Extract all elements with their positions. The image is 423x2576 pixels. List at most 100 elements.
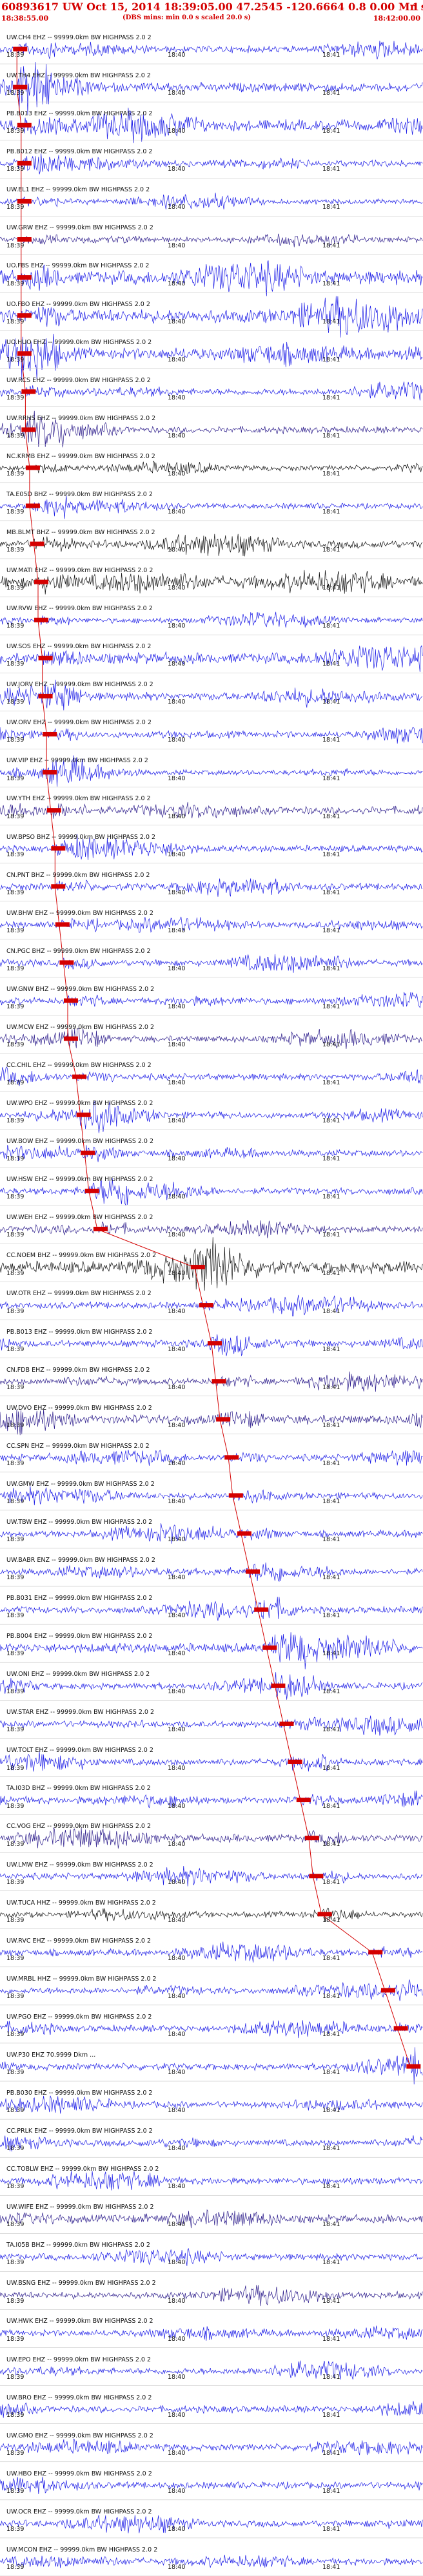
trace-row: UW.SOS EHZ -- 99999.0km BW HIGHPASS 2.0 … xyxy=(0,635,423,673)
time-tick-label: 18:39 xyxy=(6,1231,25,1239)
time-tick-label: 18:41 xyxy=(322,546,340,554)
time-tick-label: 18:39 xyxy=(6,927,25,934)
trace-row: UW.RCS EHZ -- 99999.0km BW HIGHPASS 2.0 … xyxy=(0,369,423,407)
time-tick-label: 18:40 xyxy=(168,1041,186,1049)
time-tick-label: 18:41 xyxy=(322,1916,340,1924)
time-tick-label: 18:39 xyxy=(6,1954,25,1962)
time-tick-label: 18:41 xyxy=(322,2564,340,2571)
time-tick-label: 18:40 xyxy=(168,1269,186,1277)
time-tick-label: 18:40 xyxy=(168,204,186,211)
time-tick-label: 18:40 xyxy=(168,356,186,363)
trace-label: CC.PRLK EHZ -- 99999.0km BW HIGHPASS 2.0… xyxy=(6,2128,153,2135)
trace-label: UW.MATI EHZ -- 99999.0km BW HIGHPASS 2.0… xyxy=(6,567,153,575)
trace-label: CC.SPN EHZ -- 99999.0km BW HIGHPASS 2.0 … xyxy=(6,1442,150,1450)
trace-label: UW.WIFE EHZ -- 99999.0km BW HIGHPASS 2.0… xyxy=(6,2204,154,2211)
trace-label: UW.STAR EHZ -- 99999.0km BW HIGHPASS 2.0… xyxy=(6,1709,155,1716)
trace-label: UW.TH4 EHZ -- 99999.0km BW HIGHPASS 2.0 … xyxy=(6,72,151,80)
trace-label: PB.B004 EHZ -- 99999.0km BW HIGHPASS 2.0… xyxy=(6,1633,153,1640)
trace-row: UW.RRHS EHZ -- 99999.0km BW HIGHPASS 2.0… xyxy=(0,407,423,445)
time-tick-label: 18:39 xyxy=(6,965,25,972)
trace-row: UW.MATI EHZ -- 99999.0km BW HIGHPASS 2.0… xyxy=(0,559,423,597)
time-tick-label: 18:39 xyxy=(6,1878,25,1886)
trace-row: UW.TH4 EHZ -- 99999.0km BW HIGHPASS 2.0 … xyxy=(0,64,423,102)
time-tick-label: 18:41 xyxy=(322,2259,340,2267)
time-tick-label: 18:39 xyxy=(6,2411,25,2419)
trace-row: TA.I05B BHZ -- 99999.0km BW HIGHPASS 2.0… xyxy=(0,2233,423,2271)
trace-label: UW.BOW EHZ -- 99999.0km BW HIGHPASS 2.0 … xyxy=(6,1138,154,1146)
trace-label: UW.MRBL HHZ -- 99999.0km BW HIGHPASS 2.0… xyxy=(6,1975,157,1983)
time-tick-label: 18:39 xyxy=(6,280,25,287)
time-tick-label: 18:41 xyxy=(322,1840,340,1848)
time-tick-label: 18:39 xyxy=(6,90,25,97)
trace-label: CN.FDB EHZ -- 99999.0km BW HIGHPASS 2.0 … xyxy=(6,1366,150,1374)
time-tick-label: 18:40 xyxy=(168,166,186,173)
trace-label: UW.EPO EHZ -- 99999.0km BW HIGHPASS 2.0 … xyxy=(6,2356,152,2363)
trace-row: UW.HSW EHZ -- 99999.0km BW HIGHPASS 2.0 … xyxy=(0,1168,423,1206)
time-tick-label: 18:41 xyxy=(322,1421,340,1429)
time-tick-label: 18:40 xyxy=(168,1840,186,1848)
time-tick-label: 18:40 xyxy=(168,2221,186,2229)
trace-row: UW.OCR EHZ -- 99999.0km BW HIGHPASS 2.0 … xyxy=(0,2500,423,2538)
time-tick-label: 18:40 xyxy=(168,889,186,896)
time-tick-label: 18:40 xyxy=(168,1992,186,2000)
time-tick-label: 18:41 xyxy=(322,242,340,249)
time-tick-label: 18:40 xyxy=(168,2145,186,2153)
time-tick-label: 18:40 xyxy=(168,584,186,592)
time-tick-label: 18:40 xyxy=(168,2449,186,2457)
time-tick-label: 18:40 xyxy=(168,1688,186,1696)
time-tick-label: 18:39 xyxy=(6,2183,25,2191)
time-tick-label: 18:41 xyxy=(322,851,340,858)
trace-row: UW.BSNG EHZ -- 99999.0km BW HIGHPASS 2.0… xyxy=(0,2271,423,2309)
trace-row: UW.BHW EHZ -- 99999.0km BW HIGHPASS 2.0 … xyxy=(0,901,423,939)
trace-row: UW.EL1 EHZ -- 99999.0km BW HIGHPASS 2.0 … xyxy=(0,178,423,216)
time-tick-label: 18:40 xyxy=(168,622,186,630)
trace-row: UW.BPSO BHZ -- 99999.0km BW HIGHPASS 2.0… xyxy=(0,825,423,863)
trace-label: CC.VOG EHZ -- 99999.0km BW HIGHPASS 2.0 … xyxy=(6,1823,152,1831)
trace-row: UO.HUO EHZ -- 99999.0km BW HIGHPASS 2.0 … xyxy=(0,331,423,369)
time-tick-label: 18:39 xyxy=(6,622,25,630)
time-tick-label: 18:40 xyxy=(168,660,186,668)
time-tick-label: 18:39 xyxy=(6,2145,25,2153)
time-tick-label: 18:39 xyxy=(6,1764,25,1772)
time-tick-label: 18:40 xyxy=(168,546,186,554)
time-tick-label: 18:39 xyxy=(6,204,25,211)
trace-row: UW.BABR ENZ -- 99999.0km BW HIGHPASS 2.0… xyxy=(0,1548,423,1586)
time-tick-label: 18:40 xyxy=(168,1421,186,1429)
time-tick-label: 18:39 xyxy=(6,1688,25,1696)
time-tick-label: 18:41 xyxy=(322,204,340,211)
trace-row: UW.TOLT EHZ -- 99999.0km BW HIGHPASS 2.0… xyxy=(0,1738,423,1776)
trace-label: UW.ORV EHZ -- 99999.0km BW HIGHPASS 2.0 … xyxy=(6,719,152,727)
time-tick-label: 18:41 xyxy=(322,508,340,516)
trace-label: TA.I03D BHZ -- 99999.0km BW HIGHPASS 2.0… xyxy=(6,1785,151,1793)
trace-label: UW.RCS EHZ -- 99999.0km BW HIGHPASS 2.0 … xyxy=(6,376,151,384)
trace-label: UO.HUO EHZ -- 99999.0km BW HIGHPASS 2.0 … xyxy=(6,338,152,346)
trace-row: UW.WIFE EHZ -- 99999.0km BW HIGHPASS 2.0… xyxy=(0,2195,423,2233)
time-tick-label: 18:41 xyxy=(322,1231,340,1239)
time-tick-label: 18:41 xyxy=(322,1802,340,1810)
trace-row: UW.OTR EHZ -- 99999.0km BW HIGHPASS 2.0 … xyxy=(0,1282,423,1320)
time-tick-label: 18:41 xyxy=(322,1992,340,2000)
trace-label: MB.BLMT BHZ -- 99999.0km BW HIGHPASS 2.0… xyxy=(6,528,155,536)
trace-label: UW.TUCA HHZ -- 99999.0km BW HIGHPASS 2.0… xyxy=(6,1899,156,1907)
time-tick-label: 18:39 xyxy=(6,1726,25,1734)
time-tick-label: 18:39 xyxy=(6,1421,25,1429)
time-tick-label: 18:39 xyxy=(6,698,25,706)
time-tick-label: 18:39 xyxy=(6,1916,25,1924)
trace-label: UW.BABR ENZ -- 99999.0km BW HIGHPASS 2.0… xyxy=(6,1556,155,1564)
trace-row: PB.B013 EHZ -- 99999.0km BW HIGHPASS 2.0… xyxy=(0,1320,423,1358)
time-tick-label: 18:41 xyxy=(322,2107,340,2115)
trace-label: PB.B031 EHZ -- 99999.0km BW HIGHPASS 2.0… xyxy=(6,1595,153,1602)
time-tick-label: 18:41 xyxy=(322,318,340,325)
time-tick-label: 18:41 xyxy=(322,2031,340,2039)
time-tick-label: 18:41 xyxy=(322,1041,340,1049)
time-tick-label: 18:39 xyxy=(6,1345,25,1353)
time-tick-label: 18:40 xyxy=(168,1003,186,1011)
time-tick-label: 18:41 xyxy=(322,1497,340,1505)
trace-row: UW.WPO EHZ -- 99999.0km BW HIGHPASS 2.0 … xyxy=(0,1091,423,1129)
time-tick-label: 18:41 xyxy=(322,1383,340,1391)
time-tick-label: 18:40 xyxy=(168,2526,186,2533)
time-tick-label: 18:39 xyxy=(6,584,25,592)
trace-row: CN.PGC BHZ -- 99999.0km BW HIGHPASS 2.0 … xyxy=(0,939,423,977)
trace-row: UW.STAR EHZ -- 99999.0km BW HIGHPASS 2.0… xyxy=(0,1700,423,1738)
time-tick-label: 18:40 xyxy=(168,1954,186,1962)
